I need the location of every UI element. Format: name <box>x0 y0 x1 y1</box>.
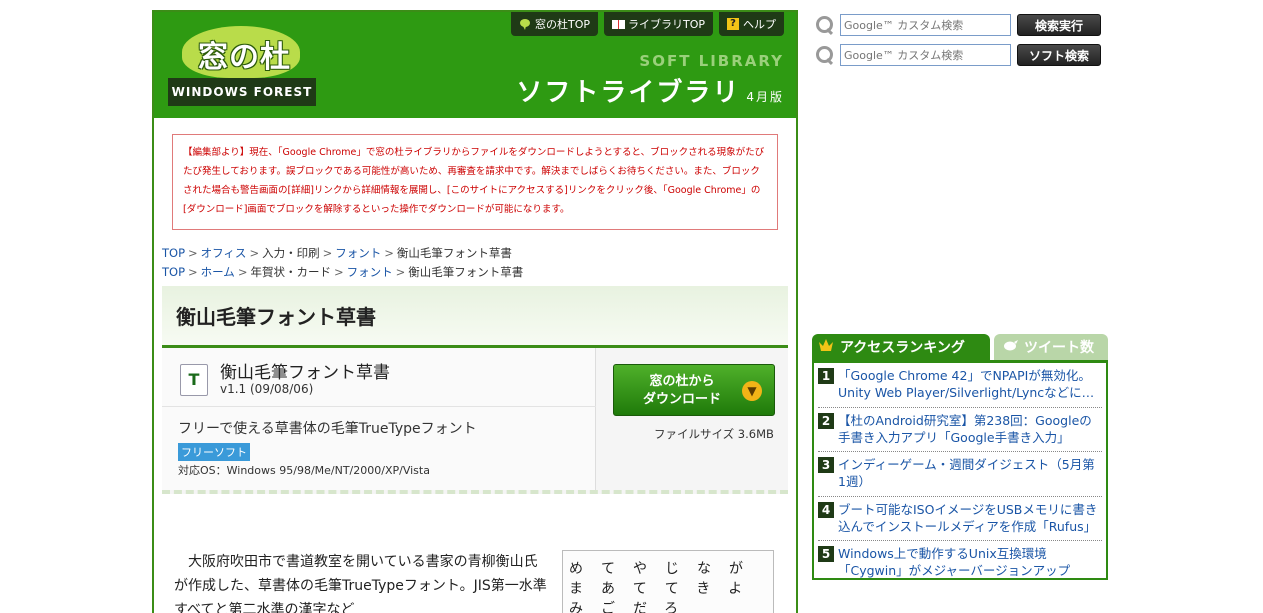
rank-link[interactable]: 【杜のAndroid研究室】第238回：Googleの手書き入力アプリ「Goog… <box>838 412 1102 452</box>
page-title-bar: 衡山毛筆フォント草書 <box>162 286 788 348</box>
nav-label: ヘルプ <box>743 18 776 31</box>
calligraphy-sample-image: めてやじながまあててきよみごだろ <box>562 550 774 613</box>
nav-library-top[interactable]: ライブラリTOP <box>603 12 713 36</box>
breadcrumb-current: 衡山毛筆フォント草書 <box>396 246 512 260</box>
top-nav: 窓の杜TOP ライブラリTOP ? ヘルプ <box>510 12 784 36</box>
list-item[interactable]: 5 Windows上で動作するUnix互換環境「Cygwin」がメジャーバージョ… <box>818 541 1102 586</box>
soft-search-row: ソフト検索 <box>815 44 1101 66</box>
truetype-file-icon: T <box>180 364 208 396</box>
download-button[interactable]: 窓の杜から ダウンロード ▼ <box>613 364 775 416</box>
site-logo[interactable]: 窓の杜 WINDOWS FOREST <box>168 26 318 108</box>
editor-notice: 【編集部より】現在、「Google Chrome」で窓の杜ライブラリからファイル… <box>172 134 778 230</box>
page-title: 衡山毛筆フォント草書 <box>176 305 376 329</box>
library-title: ソフトライブラリ 4月版 <box>516 72 784 109</box>
soft-search-input[interactable] <box>840 44 1011 66</box>
nav-help[interactable]: ? ヘルプ <box>719 12 784 36</box>
breadcrumb-current: 衡山毛筆フォント草書 <box>408 265 524 279</box>
rank-number: 5 <box>818 546 834 562</box>
breadcrumb: TOP > オフィス > 入力・印刷 > フォント > 衡山毛筆フォント草書 <box>162 246 512 260</box>
nav-label: ライブラリTOP <box>627 18 705 31</box>
main-column: 窓の杜 WINDOWS FOREST 窓の杜TOP ライブラリTOP ? ヘルプ… <box>152 10 798 613</box>
nav-label: 窓の杜TOP <box>534 18 590 31</box>
nav-madonomori-top[interactable]: 窓の杜TOP <box>510 12 598 36</box>
soft-search-button[interactable]: ソフト検索 <box>1017 44 1101 66</box>
speech-bubble-icon <box>519 18 531 30</box>
site-header: 窓の杜 WINDOWS FOREST 窓の杜TOP ライブラリTOP ? ヘルプ… <box>154 12 796 118</box>
rank-number: 2 <box>818 412 834 429</box>
file-size: ファイルサイズ 3.6MB <box>654 427 774 441</box>
edition-label: 4月版 <box>746 90 784 104</box>
article-body: 大阪府吹田市で書道教室を開いている書家の青柳衡山氏が作成した、草書体の毛筆Tru… <box>162 494 788 613</box>
breadcrumb-link-top[interactable]: TOP <box>162 246 185 260</box>
download-label-line2: ダウンロード <box>642 392 721 407</box>
tab-label: アクセスランキング <box>840 340 965 356</box>
breadcrumb-text: 入力・印刷 <box>262 246 320 260</box>
article-paragraph: 大阪府吹田市で書道教室を開いている書家の青柳衡山氏が作成した、草書体の毛筆Tru… <box>174 554 547 613</box>
list-item[interactable]: 4 ブート可能なISOイメージをUSBメモリに書き込んでインストールメディアを作… <box>818 497 1102 541</box>
rank-link[interactable]: Windows上で動作するUnix互換環境「Cygwin」がメジャーバージョンア… <box>838 545 1102 586</box>
list-item[interactable]: 2 【杜のAndroid研究室】第238回：Googleの手書き入力アプリ「Go… <box>818 408 1102 452</box>
soft-library-label: SOFT LIBRARY <box>639 52 784 70</box>
tab-label: ツイート数 <box>1024 340 1094 356</box>
rank-number: 4 <box>818 501 834 518</box>
logo-subtitle: WINDOWS FOREST <box>168 78 316 106</box>
divider <box>162 406 596 407</box>
ranking-tabs: アクセスランキング ツイート数 <box>812 334 1108 360</box>
tab-access-ranking[interactable]: アクセスランキング <box>812 334 990 360</box>
supported-os: 対応OS：Windows 95/98/Me/NT/2000/XP/Vista <box>178 464 430 477</box>
rank-number: 3 <box>818 457 834 473</box>
book-icon <box>611 18 625 30</box>
access-ranking: アクセスランキング ツイート数 1 「Google Chrome 42」でNPA… <box>812 334 1108 580</box>
search-execute-button[interactable]: 検索実行 <box>1017 14 1101 36</box>
breadcrumb: TOP > ホーム > 年賀状・カード > フォント > 衡山毛筆フォント草書 <box>162 265 524 279</box>
logo-kanji: 窓の杜 <box>198 40 291 75</box>
software-description: フリーで使える草書体の毛筆TrueTypeフォント <box>178 421 477 437</box>
library-title-text: ソフトライブラリ <box>516 78 741 108</box>
rank-link[interactable]: インディーゲーム・週間ダイジェスト（5月第1週） <box>838 456 1102 496</box>
search-icon <box>815 15 835 35</box>
software-info-panel: T 衡山毛筆フォント草書 v1.1 (09/08/06) フリーで使える草書体の… <box>162 348 788 494</box>
search-icon <box>815 45 835 65</box>
rank-number: 1 <box>818 368 834 384</box>
list-item[interactable]: 3 インディーゲーム・週間ダイジェスト（5月第1週） <box>818 452 1102 497</box>
rank-link[interactable]: ブート可能なISOイメージをUSBメモリに書き込んでインストールメディアを作成「… <box>838 501 1102 541</box>
bird-icon <box>1002 338 1018 356</box>
software-name: 衡山毛筆フォント草書 <box>220 363 390 383</box>
breadcrumb-link-home[interactable]: ホーム <box>201 265 235 279</box>
breadcrumb-link-top[interactable]: TOP <box>162 265 185 279</box>
download-label-line1: 窓の杜から <box>649 374 715 389</box>
custom-search-input[interactable] <box>840 14 1011 36</box>
breadcrumb-link-font[interactable]: フォント <box>347 265 393 279</box>
custom-search-row: 検索実行 <box>815 14 1101 36</box>
question-icon: ? <box>727 18 739 30</box>
breadcrumb-link-font[interactable]: フォント <box>335 246 381 260</box>
crown-icon <box>818 338 834 356</box>
software-info-left: T 衡山毛筆フォント草書 v1.1 (09/08/06) フリーで使える草書体の… <box>162 348 596 490</box>
software-version: v1.1 (09/08/06) <box>220 382 314 396</box>
rank-link[interactable]: 「Google Chrome 42」でNPAPIが無効化。Unity Web P… <box>838 367 1102 407</box>
ranking-list: 1 「Google Chrome 42」でNPAPIが無効化。Unity Web… <box>812 360 1108 580</box>
list-item[interactable]: 1 「Google Chrome 42」でNPAPIが無効化。Unity Web… <box>818 363 1102 408</box>
breadcrumb-link-office[interactable]: オフィス <box>201 246 247 260</box>
breadcrumb-text: 年賀状・カード <box>250 265 331 279</box>
download-arrow-icon: ▼ <box>742 381 762 401</box>
tab-tweet-count[interactable]: ツイート数 <box>994 334 1108 360</box>
license-badge[interactable]: フリーソフト <box>178 443 250 461</box>
